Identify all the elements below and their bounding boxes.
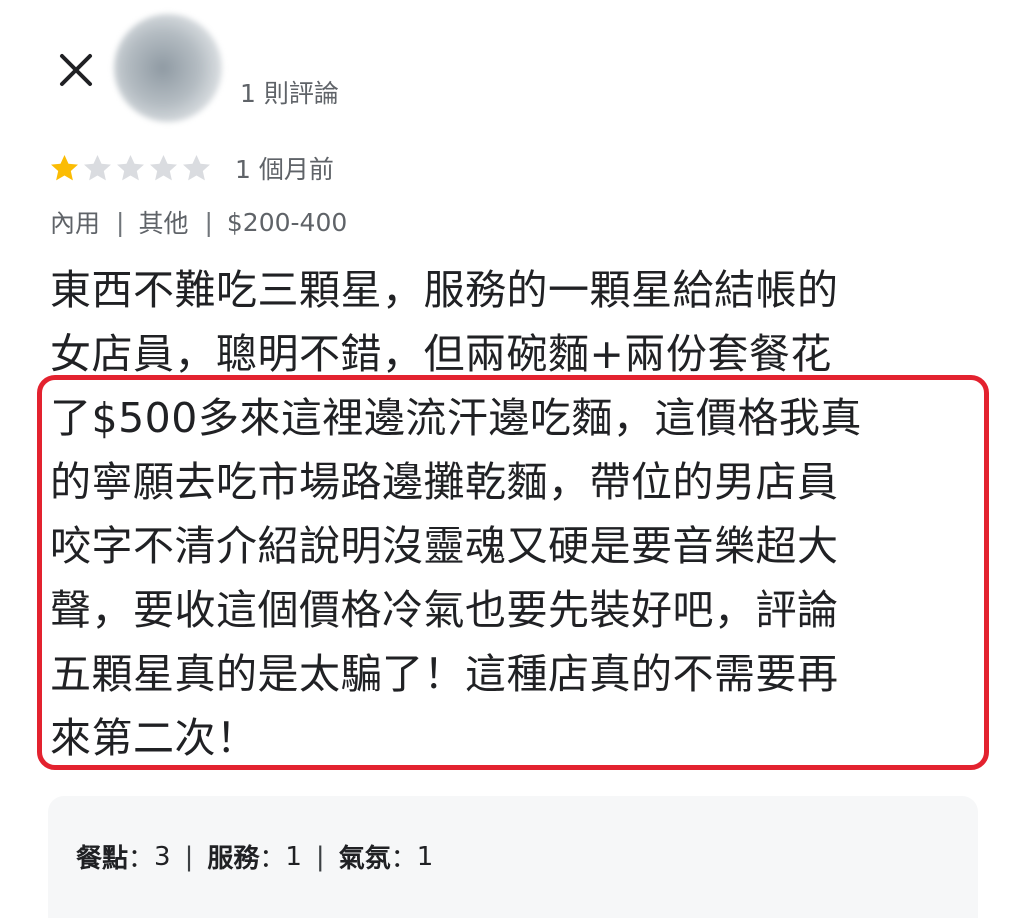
rating-row: 1 個月前 [48,148,334,188]
star-empty-icon [150,154,177,180]
meta-item: 內用 [50,209,101,238]
close-button[interactable] [52,46,100,94]
close-icon [60,54,92,86]
meta-separator: | [204,207,213,237]
meta-item: $200-400 [226,207,348,237]
star-empty-icon [183,154,210,180]
star-empty-icon [117,154,144,180]
sub-rating-separator: | [184,841,194,872]
meta-separator: | [116,207,125,237]
sub-ratings-card: 餐點： 3 | 服務： 1 | 氣氛： 1 [48,796,978,918]
review-detail-page: 1 則評論 1 個月前 內用 | 其他 | $200-400 東西不難吃三顆星，服務的一… [0,0,1024,918]
sub-rating-colon: ： [390,844,417,874]
sub-rating-value: 1 [285,841,302,872]
star-empty-icon [84,154,111,180]
review-text: 東西不難吃三顆星，服務的一顆星給結帳的 女店員，聰明不錯，但兩碗麵+兩份套餐花 … [50,266,862,762]
sub-rating-label: 氣氛 [338,844,391,874]
sub-rating-value: 1 [416,841,434,872]
star-rating [48,152,213,185]
sub-rating-separator: | [315,841,325,872]
sub-rating-label: 餐點 [76,844,129,874]
reviewer-review-count: 1 則評論 [240,79,339,108]
sub-rating-value: 3 [154,841,171,872]
sub-ratings: 餐點： 3 | 服務： 1 | 氣氛： 1 [76,838,433,875]
sub-rating-label: 服務 [207,844,260,874]
sub-rating-colon: ： [128,844,155,874]
sub-rating-colon: ： [259,844,286,874]
avatar[interactable] [114,14,222,122]
meta-item: 其他 [138,209,189,238]
review-meta: 內用 | 其他 | $200-400 [50,204,347,240]
star-filled-icon [51,154,78,180]
review-time: 1 個月前 [235,155,334,184]
